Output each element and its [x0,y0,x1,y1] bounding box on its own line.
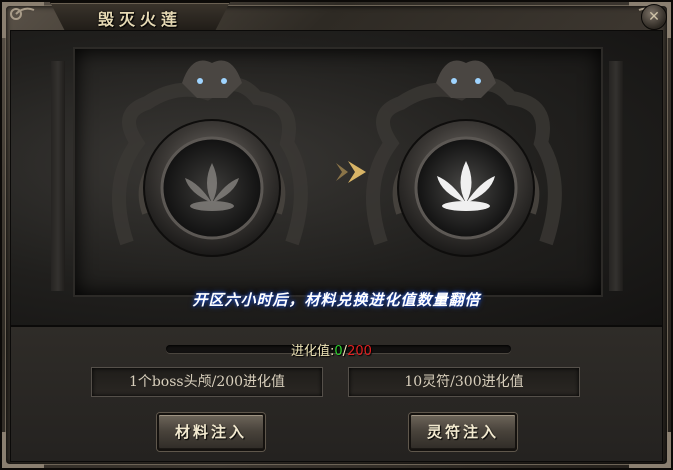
stone-pillar [609,61,623,291]
evolution-progress-label: 进化值:0/200 [291,340,372,359]
artwork-panel: 开区六小时后，材料兑换进化值数量翻倍 [10,30,663,326]
evolution-current: 0 [334,344,343,359]
evolution-label: 进化值: [291,344,335,359]
dragon-ring-after [351,43,581,273]
rune-inject-button[interactable]: 灵符注入 [409,413,517,451]
material-inject-button[interactable]: 材料注入 [157,413,265,451]
window-title: 毁灭火莲 [97,10,182,29]
close-button[interactable]: ✕ [641,4,667,30]
close-icon: ✕ [648,9,660,25]
exchange-panel: 进化值:0/200 1个boss头颅/200进化值 10灵符/300进化值 材料… [10,326,663,462]
material-rate-info: 1个boss头颅/200进化值 [91,367,323,397]
title-tab: 毁灭火莲 [50,2,230,30]
double-value-notice: 开区六小时后，材料兑换进化值数量翻倍 [192,291,481,309]
rune-rate-info: 10灵符/300进化值 [348,367,580,397]
dragon-ring-before [97,43,327,273]
stone-pillar [51,61,65,291]
evolution-max: 200 [347,344,372,359]
